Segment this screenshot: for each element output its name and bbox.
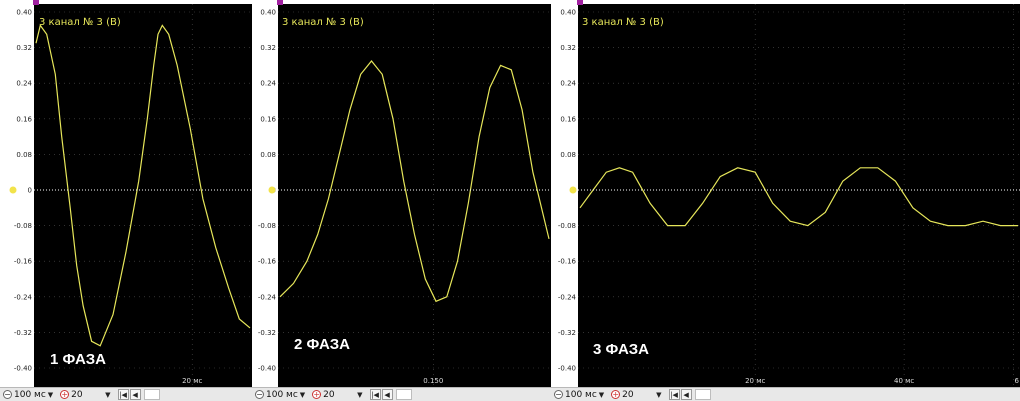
scope-toolbar-phase3: − 100 мс ▼ + 20 ▼ |◀ ◀ xyxy=(551,387,1020,401)
y-tick-label: -0.24 xyxy=(258,293,277,301)
skip-to-start-icon[interactable]: |◀ xyxy=(117,389,129,400)
y-tick-label: -0.08 xyxy=(14,222,32,230)
x-tick-label: 40 мс xyxy=(894,377,914,385)
zero-level-marker[interactable] xyxy=(9,186,17,194)
y-tick-label: 0.40 xyxy=(16,9,32,17)
y-tick-label: -0.40 xyxy=(14,365,32,373)
phase-label: 1 ФАЗА xyxy=(50,351,106,368)
y-tick-label: -0.24 xyxy=(14,293,33,301)
scope-chart-phase3: 0.400.320.240.160.080-0.08-0.16-0.24-0.3… xyxy=(551,0,1020,387)
channel-title: 3 канал № 3 (В) xyxy=(282,17,364,28)
y-tick-label: -0.40 xyxy=(258,365,276,373)
y-tick-label: 0.16 xyxy=(16,115,32,123)
chevron-down-icon[interactable]: ▼ xyxy=(656,391,661,399)
y-tick-label: -0.08 xyxy=(258,222,276,230)
y-tick-label: -0.16 xyxy=(14,258,33,266)
scope-panel-phase3: 0.400.320.240.160.080-0.08-0.16-0.24-0.3… xyxy=(551,0,1020,387)
y-tick-label: -0.24 xyxy=(558,293,577,301)
time-scale-control[interactable]: − 100 мс ▼ xyxy=(255,389,309,401)
y-tick-label: 0.40 xyxy=(260,9,276,17)
scope-toolbar-phase2: − 100 мс ▼ + 20 ▼ |◀ ◀ xyxy=(252,387,551,401)
scope-chart-phase2: 0.400.320.240.160.080-0.08-0.16-0.24-0.3… xyxy=(252,0,551,387)
trigger-marker-icon[interactable] xyxy=(277,0,283,5)
y-tick-label: -0.16 xyxy=(558,258,577,266)
chevron-down-icon[interactable]: ▼ xyxy=(105,391,110,399)
trigger-marker-icon[interactable] xyxy=(577,0,583,5)
zoom-out-icon[interactable]: − xyxy=(554,390,563,399)
amplitude-scale-value: 20 xyxy=(622,389,634,400)
zoom-out-icon[interactable]: − xyxy=(3,390,12,399)
step-back-icon[interactable]: ◀ xyxy=(381,389,393,400)
step-back-icon[interactable]: ◀ xyxy=(680,389,692,400)
skip-to-start-icon[interactable]: |◀ xyxy=(369,389,381,400)
scroll-track[interactable] xyxy=(694,389,711,400)
y-tick-label: -0.40 xyxy=(558,365,576,373)
y-tick-label: 0.08 xyxy=(260,151,276,159)
y-tick-label: -0.16 xyxy=(258,258,277,266)
x-tick-label: 0.150 xyxy=(423,377,443,385)
plot-area xyxy=(278,4,551,387)
y-tick-label: 0.40 xyxy=(560,9,576,17)
scope-chart-phase1: 0.40 0.32 0.24 0.16 0.08 0 -0.08 -0.16 -0.24 -0.3… xyxy=(0,0,252,387)
y-tick-label: 0.08 xyxy=(560,151,576,159)
plot-area xyxy=(578,4,1020,387)
phase-label: 3 ФАЗА xyxy=(593,341,649,358)
scroll-track[interactable] xyxy=(395,389,412,400)
time-scale-value: 100 мс xyxy=(14,389,46,400)
x-tick-label: 20 мс xyxy=(745,377,765,385)
zero-level-marker[interactable] xyxy=(569,186,577,194)
amplitude-scale-value: 20 xyxy=(71,389,83,400)
time-scale-control[interactable]: − 100 мс ▼ xyxy=(3,389,57,401)
chevron-down-icon[interactable]: ▼ xyxy=(599,391,604,399)
scope-toolbar-phase1: − 100 мс ▼ + 20 ▼ |◀ ◀ xyxy=(0,387,252,401)
y-tick-label: -0.32 xyxy=(558,329,576,337)
y-tick-label: -0.32 xyxy=(258,329,276,337)
chevron-down-icon[interactable]: ▼ xyxy=(357,391,362,399)
y-tick-label: -0.08 xyxy=(558,222,576,230)
y-tick-label: 0.24 xyxy=(16,80,32,88)
scope-panel-phase1: 0.40 0.32 0.24 0.16 0.08 0 -0.08 -0.16 -0.24 -0.3… xyxy=(0,0,252,387)
y-tick-label: 0.24 xyxy=(260,80,276,88)
plot-area xyxy=(34,4,252,387)
zoom-out-icon[interactable]: − xyxy=(255,390,264,399)
step-back-icon[interactable]: ◀ xyxy=(129,389,141,400)
channel-title: 3 канал № 3 (В) xyxy=(582,17,664,28)
chevron-down-icon[interactable]: ▼ xyxy=(48,391,53,399)
time-scale-value: 100 мс xyxy=(565,389,597,400)
channel-title: 3 канал № 3 (В) xyxy=(39,17,121,28)
phase-label: 2 ФАЗА xyxy=(294,336,350,353)
amplitude-scale-control[interactable]: + 20 ▼ xyxy=(611,389,665,401)
zoom-in-icon[interactable]: + xyxy=(312,390,322,399)
y-tick-label: -0.32 xyxy=(14,329,32,337)
x-tick-label: 20 мс xyxy=(182,377,202,385)
y-tick-label: 0.32 xyxy=(260,44,276,52)
y-tick-label: 0.16 xyxy=(260,115,276,123)
y-tick-label: 0.16 xyxy=(560,115,576,123)
scroll-track[interactable] xyxy=(143,389,160,400)
zoom-in-icon[interactable]: + xyxy=(611,390,621,399)
time-scale-value: 100 мс xyxy=(266,389,298,400)
scope-panel-phase2: 0.400.320.240.160.080-0.08-0.16-0.24-0.3… xyxy=(252,0,551,387)
y-tick-label: 0.32 xyxy=(16,44,32,52)
amplitude-scale-control[interactable]: + 20 ▼ xyxy=(312,389,366,401)
skip-to-start-icon[interactable]: |◀ xyxy=(668,389,680,400)
x-tick-label: 6 xyxy=(1015,377,1020,385)
trigger-marker-icon[interactable] xyxy=(33,0,39,5)
amplitude-scale-control[interactable]: + 20 ▼ xyxy=(60,389,114,401)
y-tick-label: 0.24 xyxy=(560,80,576,88)
amplitude-scale-value: 20 xyxy=(323,389,335,400)
chevron-down-icon[interactable]: ▼ xyxy=(300,391,305,399)
zoom-in-icon[interactable]: + xyxy=(60,390,70,399)
y-tick-label: 0.32 xyxy=(560,44,576,52)
time-scale-control[interactable]: − 100 мс ▼ xyxy=(554,389,608,401)
zero-level-marker[interactable] xyxy=(268,186,276,194)
y-tick-label: 0 xyxy=(28,187,32,195)
y-tick-label: 0.08 xyxy=(16,151,32,159)
